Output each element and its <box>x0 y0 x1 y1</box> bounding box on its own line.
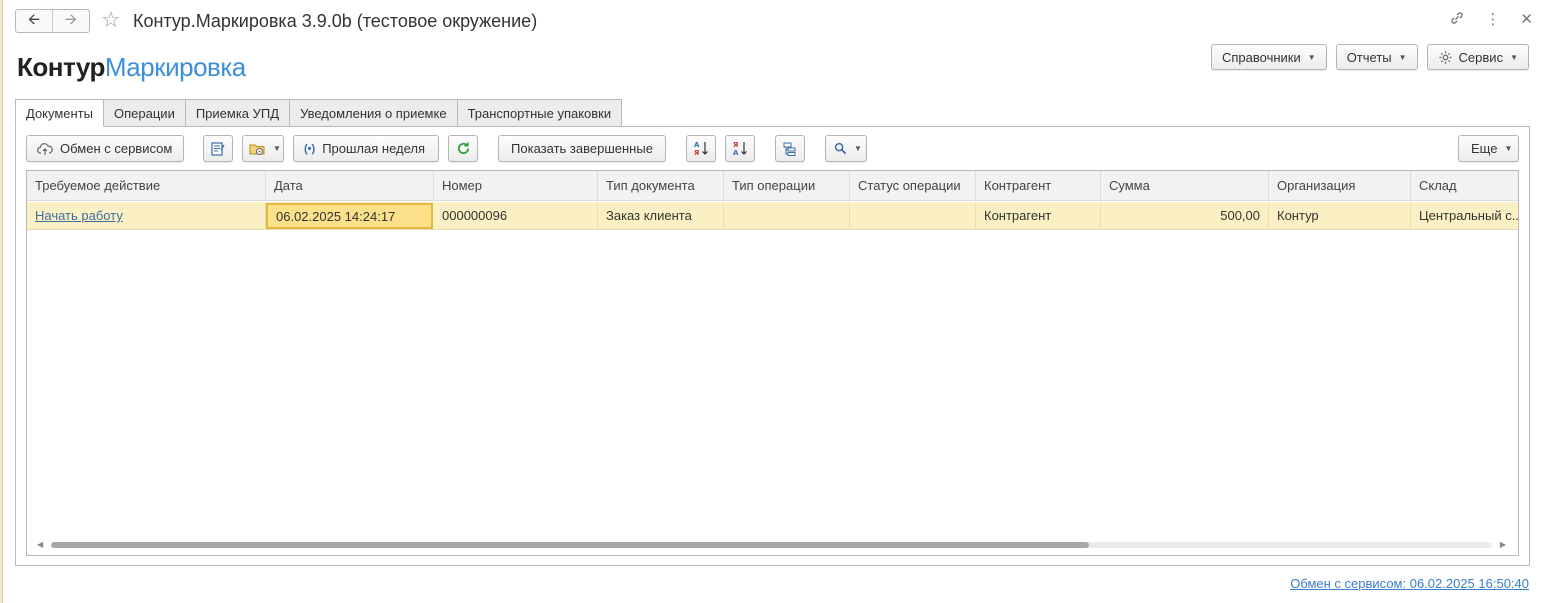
search-dropdown-button[interactable]: ▼ <box>825 135 867 162</box>
document-list-icon <box>210 141 226 157</box>
table-cell[interactable]: Заказ клиента <box>598 202 724 230</box>
window-controls: ⋮ ✕ <box>1449 10 1533 30</box>
window-title: Контур.Маркировка 3.9.0b (тестовое окруж… <box>133 11 538 31</box>
hierarchy-icon <box>782 141 798 157</box>
exchange-status-link[interactable]: Обмен с сервисом: 06.02.2025 16:50:40 <box>1290 576 1529 591</box>
hierarchy-button[interactable] <box>775 135 805 162</box>
title-bar: 🡨 🡪 ☆ Контур.Маркировка 3.9.0b (тестовое… <box>3 0 1547 42</box>
chevron-down-icon: ▼ <box>1504 144 1513 153</box>
refresh-button[interactable] <box>448 135 478 162</box>
reports-menu-button[interactable]: Отчеты ▼ <box>1335 44 1418 70</box>
service-menu-button[interactable]: Сервис ▼ <box>1426 44 1529 70</box>
column-header[interactable]: Дата <box>266 171 434 201</box>
exchange-label: Обмен с сервисом <box>60 141 173 156</box>
table-cell[interactable] <box>724 202 850 230</box>
svg-text:Я: Я <box>733 141 738 149</box>
tab-documents[interactable]: Документы <box>15 99 105 127</box>
cloud-sync-icon <box>37 142 53 156</box>
period-label: Прошлая неделя <box>322 141 426 156</box>
documents-table: Требуемое действие Дата Номер Тип докуме… <box>26 170 1519 556</box>
logo-product: Маркировка <box>104 52 246 82</box>
section-tabs: Документы Операции Приемка УПД Уведомлен… <box>15 99 623 127</box>
table-cell-selected[interactable]: 06.02.2025 14:24:17 <box>266 203 433 229</box>
scroll-left-icon[interactable]: ◀ <box>37 539 43 551</box>
scroll-thumb[interactable] <box>51 542 1089 548</box>
app-logo: КонтурМаркировка <box>17 52 246 83</box>
refs-menu-button[interactable]: Справочники ▼ <box>1211 44 1327 70</box>
back-arrow-icon[interactable]: 🡨 <box>16 10 52 32</box>
period-icon: (•) <box>304 142 316 155</box>
column-header[interactable]: Статус операции <box>850 171 976 201</box>
action-link[interactable]: Начать работу <box>27 202 266 230</box>
left-edge-strip <box>0 0 3 603</box>
table-cell[interactable]: 000000096 <box>434 202 598 230</box>
sort-desc-button[interactable]: ЯА <box>725 135 755 162</box>
column-header[interactable]: Организация <box>1269 171 1411 201</box>
column-header[interactable]: Тип документа <box>598 171 724 201</box>
table-cell[interactable]: 500,00 <box>1101 202 1269 230</box>
forward-arrow-icon[interactable]: 🡪 <box>52 10 89 32</box>
settings-dropdown-button[interactable]: ▼ <box>242 135 284 162</box>
table-cell[interactable] <box>850 202 976 230</box>
svg-text:Я: Я <box>694 149 699 157</box>
top-menu: Справочники ▼ Отчеты ▼ Сервис ▼ <box>1211 44 1529 70</box>
sort-ascending-icon: АЯ <box>693 140 710 157</box>
refresh-icon <box>456 141 471 156</box>
sort-descending-icon: ЯА <box>732 140 749 157</box>
toolbar: Обмен с сервисом ▼ (•) Прошлая неделя По… <box>26 135 1520 163</box>
chevron-down-icon: ▼ <box>1510 52 1518 62</box>
chevron-down-icon: ▼ <box>854 144 862 153</box>
more-vertical-icon[interactable]: ⋮ <box>1485 10 1500 30</box>
close-icon[interactable]: ✕ <box>1520 10 1533 30</box>
show-completed-label: Показать завершенные <box>511 141 653 156</box>
chevron-down-icon: ▼ <box>1398 52 1407 62</box>
reports-label: Отчеты <box>1346 49 1392 65</box>
nav-buttons: 🡨 🡪 <box>15 9 90 33</box>
period-button[interactable]: (•) Прошлая неделя <box>293 135 439 162</box>
column-header[interactable]: Тип операции <box>724 171 850 201</box>
column-header[interactable]: Требуемое действие <box>27 171 266 201</box>
column-header[interactable]: Склад <box>1411 171 1518 201</box>
folder-gear-icon <box>249 141 266 157</box>
search-icon <box>834 142 847 155</box>
svg-text:А: А <box>733 149 739 157</box>
document-list-button[interactable] <box>203 135 233 162</box>
table-cell[interactable]: Центральный с... <box>1411 202 1518 230</box>
link-icon[interactable] <box>1449 10 1465 30</box>
refs-label: Справочники <box>1222 49 1301 65</box>
gear-icon <box>1438 50 1453 65</box>
documents-panel: Обмен с сервисом ▼ (•) Прошлая неделя По… <box>15 126 1530 566</box>
table-header: Требуемое действие Дата Номер Тип докуме… <box>27 171 1518 201</box>
favorite-star-icon[interactable]: ☆ <box>101 8 121 32</box>
tab-operations[interactable]: Операции <box>104 99 186 127</box>
tab-acceptance-notices[interactable]: Уведомления о приемке <box>290 99 458 127</box>
svg-text:А: А <box>694 141 700 149</box>
service-label: Сервис <box>1458 49 1504 65</box>
chevron-down-icon: ▼ <box>1307 52 1316 62</box>
table-cell[interactable]: Контрагент <box>976 202 1101 230</box>
scroll-right-icon[interactable]: ▶ <box>1500 539 1506 551</box>
sort-asc-button[interactable]: АЯ <box>686 135 716 162</box>
table-cell[interactable]: Контур <box>1269 202 1411 230</box>
column-header[interactable]: Сумма <box>1101 171 1269 201</box>
column-header[interactable]: Номер <box>434 171 598 201</box>
more-label: Еще <box>1471 141 1498 156</box>
tab-upd-acceptance[interactable]: Приемка УПД <box>185 99 291 127</box>
table-row[interactable]: Начать работу 06.02.2025 14:24:17 000000… <box>27 202 1518 230</box>
logo-brand: Контур <box>17 52 105 82</box>
tab-transport-packages[interactable]: Транспортные упаковки <box>457 99 623 127</box>
exchange-button[interactable]: Обмен с сервисом <box>26 135 184 162</box>
column-header[interactable]: Контрагент <box>976 171 1101 201</box>
show-completed-button[interactable]: Показать завершенные <box>498 135 666 162</box>
horizontal-scrollbar[interactable]: ◀ ▶ <box>35 539 1508 549</box>
chevron-down-icon: ▼ <box>273 144 281 153</box>
more-button[interactable]: Еще ▼ <box>1458 135 1519 162</box>
